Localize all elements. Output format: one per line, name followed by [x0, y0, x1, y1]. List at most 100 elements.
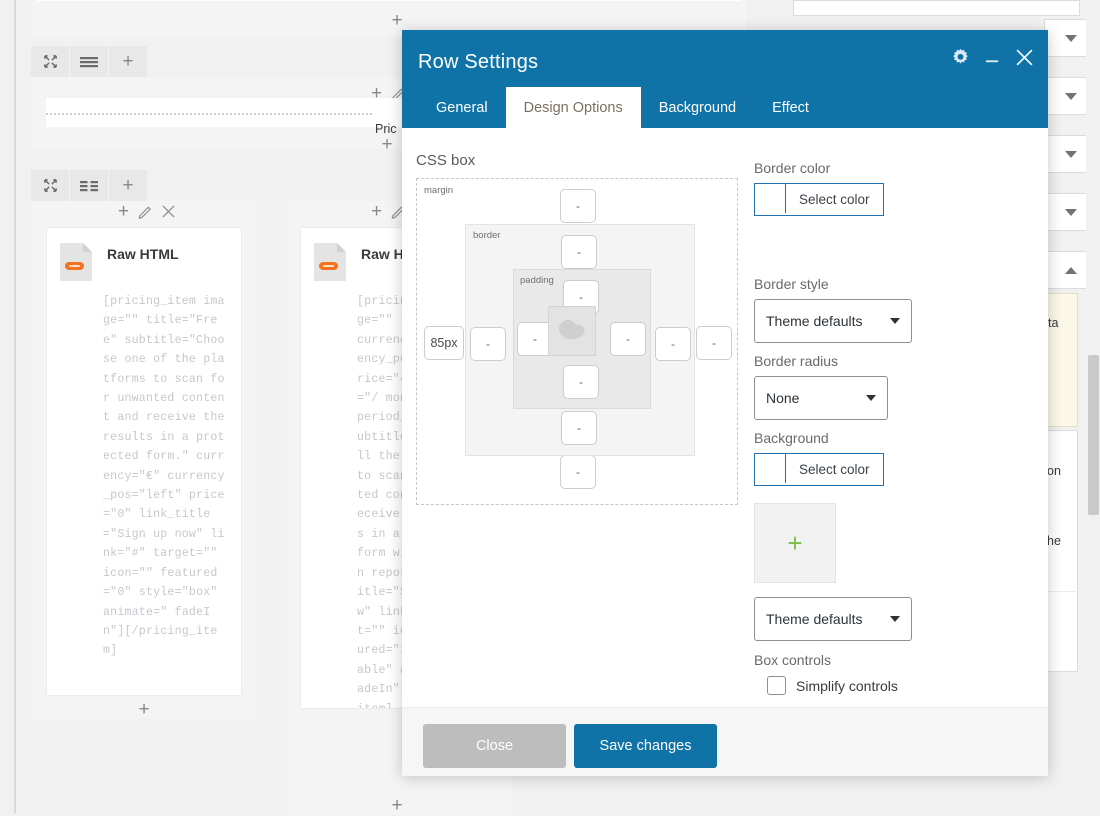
element-header: Raw HTML	[47, 228, 241, 288]
pencil-icon[interactable]	[138, 204, 153, 219]
border-left-input[interactable]: -	[470, 327, 506, 361]
border-color-picker[interactable]: Select color	[754, 183, 884, 216]
element-tools-col1[interactable]: +	[118, 202, 175, 221]
save-changes-button[interactable]: Save changes	[574, 724, 717, 768]
background-style-group: Theme defaults	[754, 597, 912, 641]
tab-general[interactable]: General	[418, 87, 506, 128]
move-icon[interactable]	[31, 46, 70, 77]
background-color-swatch[interactable]	[755, 454, 786, 483]
section-title-css-box: CSS box	[416, 152, 476, 169]
gear-icon[interactable]	[951, 48, 970, 67]
padding-right-input[interactable]: -	[610, 322, 646, 356]
row-toolbar-2[interactable]: +	[31, 170, 147, 201]
padding-area: padding - - - -	[513, 269, 651, 409]
close-button[interactable]: Close	[423, 724, 566, 768]
tab-effect[interactable]: Effect	[754, 87, 827, 128]
border-area: border - - - - padding - - - -	[465, 224, 695, 456]
background-color-button-label[interactable]: Select color	[786, 454, 883, 485]
chevron-down-icon	[890, 318, 900, 324]
dialog-header: Row Settings General Design Options Back…	[402, 30, 1048, 128]
sidebar-panel-highlight[interactable]: ta	[1044, 293, 1078, 427]
margin-bottom-input[interactable]: -	[560, 455, 596, 489]
add-element-button-top[interactable]: +	[387, 10, 407, 30]
chevron-down-icon	[1065, 208, 1077, 216]
placeholder-divider	[46, 113, 372, 115]
chevron-down-icon	[1065, 150, 1077, 158]
dialog-footer: Close Save changes	[402, 707, 1048, 776]
simplify-controls-row[interactable]: Simplify controls	[767, 676, 898, 695]
plus-icon[interactable]: +	[371, 202, 382, 221]
border-style-label: Border style	[754, 276, 829, 292]
background-color-group: Background Select color	[754, 430, 884, 486]
row-settings-dialog[interactable]: Row Settings General Design Options Back…	[402, 30, 1048, 776]
dialog-title: Row Settings	[418, 51, 539, 73]
border-style-group: Border style Theme defaults	[754, 276, 912, 343]
add-element-button-row2[interactable]: +	[377, 134, 397, 154]
border-right-input[interactable]: -	[655, 327, 691, 361]
border-radius-select[interactable]: None	[754, 376, 888, 420]
close-icon[interactable]	[1015, 48, 1034, 67]
dialog-tabs[interactable]: General Design Options Background Effect	[418, 87, 827, 128]
simplify-controls-label: Simplify controls	[796, 677, 898, 694]
plus-icon[interactable]: +	[118, 202, 129, 221]
element-card-free[interactable]: Raw HTML [pricing_item image="" title="F…	[46, 227, 242, 696]
accordion-toggle-3[interactable]	[1044, 135, 1088, 173]
border-radius-value: None	[766, 390, 800, 406]
box-controls-label: Box controls	[754, 652, 832, 668]
add-element-button-col1[interactable]: +	[134, 699, 154, 719]
sidebar-text-3: he	[1047, 534, 1061, 548]
plus-icon: +	[787, 528, 803, 558]
plus-icon: +	[138, 698, 150, 720]
content-area	[548, 306, 596, 356]
plus-icon: +	[381, 133, 393, 155]
border-radius-label: Border radius	[754, 353, 839, 369]
element-title: Raw HTML	[107, 246, 179, 262]
border-color-group: Border color Select color	[754, 160, 884, 216]
background-label: Background	[754, 430, 829, 446]
padding-bottom-input[interactable]: -	[563, 365, 599, 399]
element-tools-col2[interactable]: +	[371, 202, 406, 221]
chevron-up-icon	[1065, 266, 1077, 274]
css-box-widget[interactable]: margin - - 85px - border - - - - padding…	[416, 178, 738, 505]
background-image-group: +	[754, 503, 836, 583]
plus-icon[interactable]: +	[109, 170, 147, 201]
plus-icon: +	[391, 9, 403, 31]
chevron-down-icon	[1065, 92, 1077, 100]
background-color-picker[interactable]: Select color	[754, 453, 884, 486]
border-style-value: Theme defaults	[766, 313, 863, 329]
left-rail	[14, 0, 16, 813]
margin-label: margin	[424, 185, 454, 196]
border-style-select[interactable]: Theme defaults	[754, 299, 912, 343]
background-style-select[interactable]: Theme defaults	[754, 597, 912, 641]
sidebar-text-2: on	[1047, 464, 1061, 478]
move-icon[interactable]	[31, 170, 70, 201]
simplify-controls-checkbox[interactable]	[767, 676, 786, 695]
sidebar-panel-body[interactable]: on he	[1044, 430, 1078, 672]
border-color-swatch[interactable]	[755, 184, 786, 213]
columns-icon[interactable]	[70, 170, 109, 201]
margin-right-input[interactable]: -	[696, 326, 732, 360]
margin-top-input[interactable]: -	[560, 189, 596, 223]
margin-left-input[interactable]: 85px	[424, 326, 464, 360]
row-toolbar-1[interactable]: +	[31, 46, 147, 77]
background-style-value: Theme defaults	[766, 611, 863, 627]
minimize-icon[interactable]	[984, 49, 1001, 66]
border-color-button-label[interactable]: Select color	[786, 184, 883, 215]
tab-background[interactable]: Background	[641, 87, 754, 128]
close-icon[interactable]	[162, 205, 175, 218]
chevron-down-icon	[866, 395, 876, 401]
border-top-input[interactable]: -	[561, 235, 597, 269]
background-image-add-button[interactable]: +	[754, 503, 836, 583]
plus-icon[interactable]: +	[109, 46, 147, 77]
add-element-button-col2[interactable]: +	[387, 795, 407, 815]
accordion-toggle-1[interactable]	[1044, 19, 1088, 57]
padding-label: padding	[520, 275, 554, 286]
page-scrollbar-thumb[interactable]	[1088, 355, 1099, 515]
accordion-toggle-2[interactable]	[1044, 77, 1088, 115]
accordion-toggle-4[interactable]	[1044, 193, 1088, 231]
window-controls[interactable]	[951, 48, 1034, 67]
border-bottom-input[interactable]: -	[561, 411, 597, 445]
accordion-toggle-5[interactable]	[1044, 251, 1088, 289]
tab-design-options[interactable]: Design Options	[505, 87, 641, 128]
columns-icon[interactable]	[70, 46, 109, 77]
